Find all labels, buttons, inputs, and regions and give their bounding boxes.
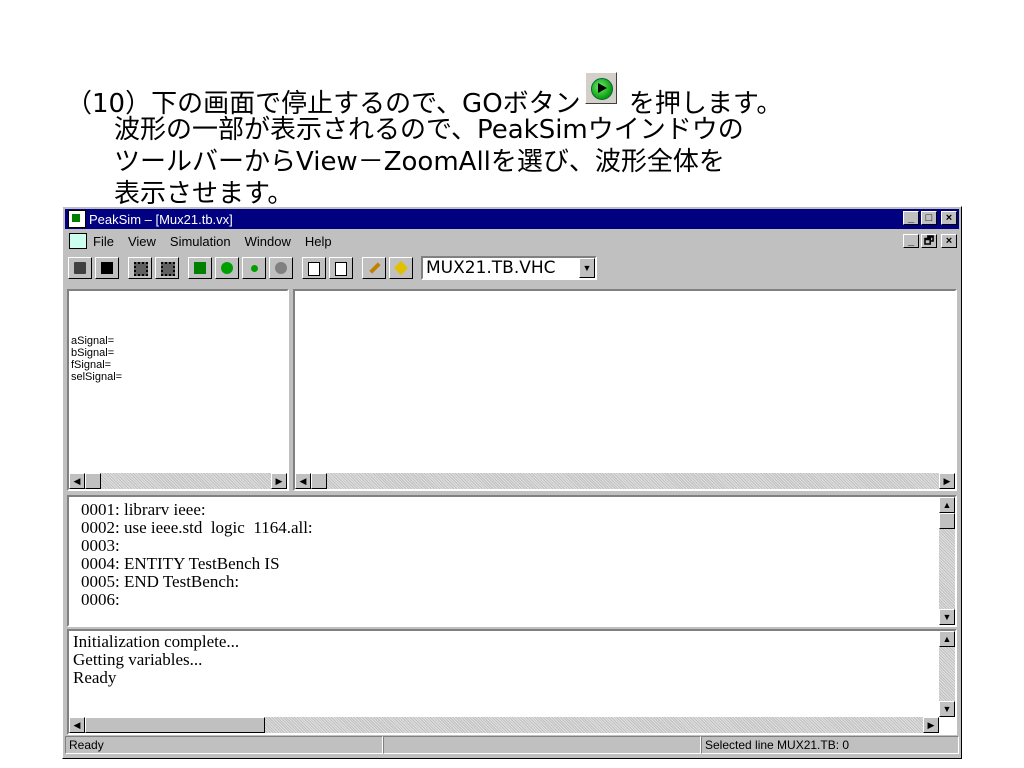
log-line: Initialization complete...: [73, 632, 240, 651]
instruction-line-3: ツールバーからView－ZoomAllを選び、波形全体を: [114, 147, 725, 177]
window-title: PeakSim – [Mux21.tb.vx]: [89, 211, 233, 227]
save-button[interactable]: [95, 257, 119, 279]
wrench-button[interactable]: [362, 257, 386, 279]
stop-button[interactable]: [269, 257, 293, 279]
menu-view[interactable]: View: [128, 234, 156, 249]
scroll-thumb[interactable]: [939, 513, 955, 529]
app-icon[interactable]: [68, 210, 86, 228]
log-lines: Initialization complete... Getting varia…: [73, 633, 239, 687]
maximize-button[interactable]: □: [921, 211, 937, 225]
status-bar: Ready Selected line MUX21.TB: 0: [65, 736, 959, 756]
stop-icon: [275, 262, 287, 274]
scroll-up-button[interactable]: ▲: [939, 497, 955, 513]
unit-select[interactable]: MUX21.TB.VHC ▼: [421, 256, 597, 280]
scroll-right-button[interactable]: ▶: [939, 473, 955, 489]
code-line[interactable]: 0005: END TestBench:: [81, 573, 313, 591]
menu-simulation[interactable]: Simulation: [170, 234, 231, 249]
go-icon: [221, 262, 233, 274]
code-line[interactable]: 0003:: [81, 537, 313, 555]
code-line[interactable]: 0004: ENTITY TestBench IS: [81, 555, 313, 573]
menu-bar: File View Simulation Window Help _ 🗗 ×: [65, 231, 959, 251]
source-code-pane[interactable]: 0001: librarv ieee: 0002: use ieee.std l…: [67, 495, 957, 627]
document-icon[interactable]: [69, 233, 87, 249]
scroll-thumb[interactable]: [85, 473, 101, 489]
code-lines: 0001: librarv ieee: 0002: use ieee.std l…: [81, 501, 313, 609]
waveform-hscrollbar[interactable]: ◀ ▶: [295, 473, 955, 489]
status-selected-line: Selected line MUX21.TB: 0: [701, 736, 959, 754]
scroll-thumb[interactable]: [311, 473, 327, 489]
scroll-left-button[interactable]: ◀: [295, 473, 311, 489]
mdi-restore-button[interactable]: 🗗: [921, 234, 937, 248]
instruction-line-1: （10）下の画面で停止するので、GOボタン を押します。: [66, 72, 1006, 119]
step-button[interactable]: [242, 257, 266, 279]
instruction-text: （10）下の画面で停止するので、GOボタン を押します。 波形の一部が表示される…: [66, 72, 1006, 210]
step-icon: [251, 265, 258, 272]
doc2-icon: [335, 262, 347, 276]
title-bar[interactable]: PeakSim – [Mux21.tb.vx] _ □ ×: [65, 209, 959, 229]
print-button[interactable]: [68, 257, 92, 279]
doc-icon: [308, 262, 320, 276]
scroll-right-button[interactable]: ▶: [271, 473, 287, 489]
status-text: Ready: [65, 736, 383, 754]
code-line[interactable]: 0001: librarv ieee:: [81, 501, 313, 519]
log-pane[interactable]: Initialization complete... Getting varia…: [67, 629, 957, 735]
go-button[interactable]: [215, 257, 239, 279]
waveform-pane[interactable]: ◀ ▶: [293, 289, 957, 491]
signal-item[interactable]: bSignal=: [71, 347, 122, 359]
doc-button[interactable]: [302, 257, 326, 279]
mdi-controls: _ 🗗 ×: [903, 234, 957, 248]
signal-item[interactable]: fSignal=: [71, 359, 122, 371]
log-line: Ready: [73, 668, 117, 687]
signal-hscrollbar[interactable]: ◀ ▶: [69, 473, 287, 489]
go-icon: [584, 72, 617, 104]
scroll-up-button[interactable]: ▲: [939, 631, 955, 647]
status-middle: [383, 736, 701, 754]
chip-button[interactable]: [128, 257, 152, 279]
chip-icon: [134, 262, 148, 276]
diamond-icon: [393, 260, 409, 276]
scroll-right-button[interactable]: ▶: [923, 717, 939, 733]
menu-file[interactable]: File: [93, 234, 114, 249]
code-vscrollbar[interactable]: ▲ ▼: [939, 497, 955, 625]
chip2-icon: [161, 262, 175, 276]
chip2-button[interactable]: [155, 257, 179, 279]
log-line: Getting variables...: [73, 650, 203, 669]
print-icon: [74, 262, 86, 274]
signal-list-pane[interactable]: aSignal= bSignal= fSignal= selSignal= ◀ …: [67, 289, 289, 491]
signal-item[interactable]: selSignal=: [71, 371, 122, 383]
instruction-line-2: 波形の一部が表示されるので、PeakSimウインドウの: [114, 115, 744, 145]
scroll-down-button[interactable]: ▼: [939, 609, 955, 625]
mdi-close-button[interactable]: ×: [941, 234, 957, 248]
signal-item[interactable]: aSignal=: [71, 335, 122, 347]
scroll-down-button[interactable]: ▼: [939, 701, 955, 717]
doc2-button[interactable]: [329, 257, 353, 279]
code-line[interactable]: 0002: use ieee.std logic 1164.all:: [81, 519, 313, 537]
log-hscrollbar[interactable]: ◀ ▶: [69, 717, 939, 733]
log-vscrollbar[interactable]: ▲ ▼: [939, 631, 955, 717]
scroll-left-button[interactable]: ◀: [69, 473, 85, 489]
wrench-icon: [369, 262, 381, 274]
diamond-button[interactable]: [389, 257, 413, 279]
signal-list: aSignal= bSignal= fSignal= selSignal=: [71, 335, 122, 383]
window-controls: _ □ ×: [903, 211, 957, 225]
scroll-thumb[interactable]: [85, 717, 265, 733]
peaksim-window: PeakSim – [Mux21.tb.vx] _ □ × File View …: [62, 206, 962, 759]
back-icon: [194, 262, 206, 274]
toolbar: MUX21.TB.VHC ▼: [65, 253, 959, 283]
close-button[interactable]: ×: [941, 211, 957, 225]
save-icon: [101, 262, 113, 274]
unit-select-value: MUX21.TB.VHC: [426, 258, 556, 278]
back-button[interactable]: [188, 257, 212, 279]
chevron-down-icon[interactable]: ▼: [579, 258, 595, 278]
minimize-button[interactable]: _: [903, 211, 919, 225]
code-line[interactable]: 0006:: [81, 591, 313, 609]
menu-help[interactable]: Help: [305, 234, 332, 249]
mdi-minimize-button[interactable]: _: [903, 234, 919, 248]
scroll-left-button[interactable]: ◀: [69, 717, 85, 733]
menu-window[interactable]: Window: [245, 234, 291, 249]
